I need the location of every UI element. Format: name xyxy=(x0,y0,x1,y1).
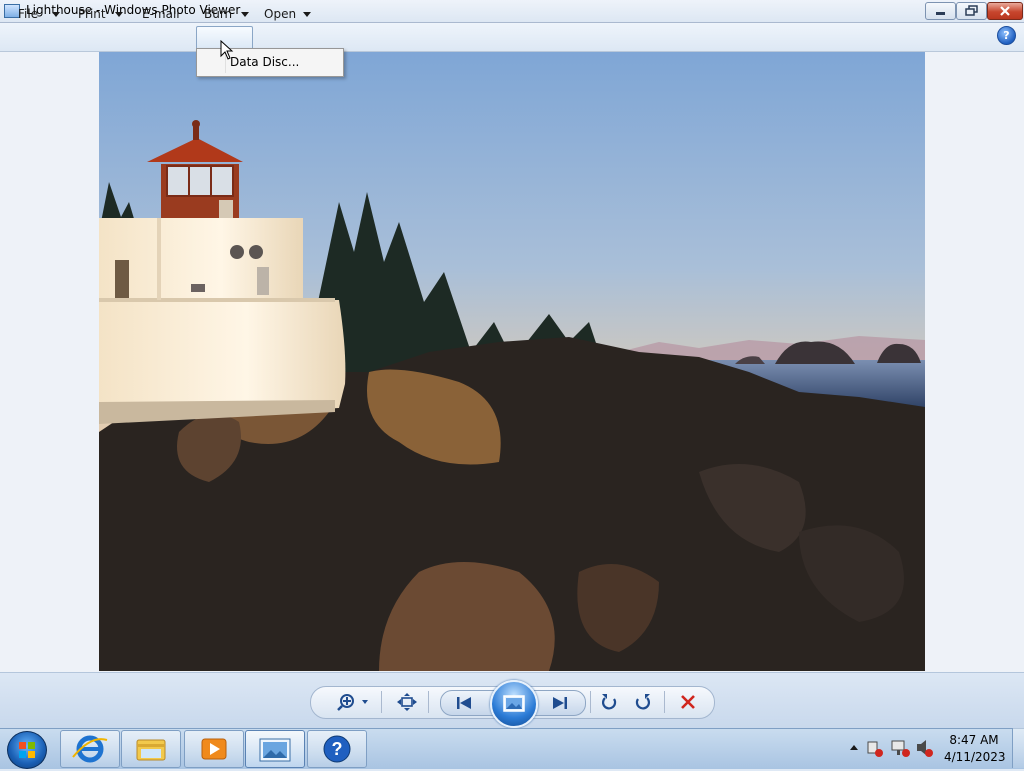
burn-menu-label: Burn xyxy=(204,7,233,21)
show-desktop-button[interactable] xyxy=(1012,728,1024,768)
taskbar-internet-explorer[interactable] xyxy=(60,730,120,768)
chevron-down-icon xyxy=(303,12,311,17)
print-menu-label: Print xyxy=(78,7,106,21)
open-menu-label: Open xyxy=(264,7,297,21)
photo-viewer-icon xyxy=(259,738,291,762)
separator xyxy=(428,691,429,713)
delete-icon xyxy=(681,695,695,709)
rotate-clockwise-button[interactable] xyxy=(632,691,654,713)
lighthouse-photo xyxy=(99,52,925,671)
clock-time[interactable]: 8:47 AM xyxy=(948,733,1000,747)
file-menu-label: File xyxy=(18,7,39,21)
network-icon xyxy=(891,740,905,751)
menu-bar xyxy=(0,23,1024,52)
windows-logo-icon xyxy=(19,742,35,758)
close-icon xyxy=(1000,6,1010,16)
next-button[interactable] xyxy=(548,694,572,712)
previous-icon xyxy=(457,697,471,709)
actual-size-icon xyxy=(397,693,417,711)
volume-icon xyxy=(917,740,926,755)
close-button[interactable] xyxy=(987,2,1023,20)
print-menu[interactable]: Print xyxy=(78,3,128,25)
chevron-down-icon xyxy=(241,12,249,17)
file-menu[interactable]: File xyxy=(18,3,68,25)
svg-text:?: ? xyxy=(332,739,343,759)
rotate-clockwise-icon xyxy=(635,694,650,710)
burn-dropdown-menu: Data Disc... xyxy=(196,48,344,77)
delete-button[interactable] xyxy=(677,691,699,713)
taskbar-photo-viewer[interactable] xyxy=(245,730,305,768)
slideshow-button[interactable] xyxy=(490,680,538,728)
restore-icon xyxy=(965,5,978,16)
minimize-button[interactable] xyxy=(925,2,956,20)
open-menu[interactable]: Open xyxy=(264,3,314,25)
start-button[interactable] xyxy=(7,731,47,769)
rotate-counterclockwise-icon xyxy=(602,694,617,710)
separator xyxy=(381,691,382,713)
help-icon: ? xyxy=(323,735,351,763)
rotate-counterclockwise-button[interactable] xyxy=(598,691,620,713)
zoom-icon xyxy=(337,694,368,711)
windows-explorer-icon xyxy=(136,739,166,761)
separator xyxy=(664,691,665,713)
restore-button[interactable] xyxy=(956,2,987,20)
clock-date[interactable]: 4/11/2023 xyxy=(944,750,1006,764)
next-icon xyxy=(553,697,567,709)
help-button[interactable]: ? xyxy=(997,26,1016,45)
email-menu-label: E-mail xyxy=(142,7,180,21)
taskbar-help-and-support[interactable]: ? xyxy=(307,730,367,768)
actual-size-button[interactable] xyxy=(395,691,419,713)
taskbar-windows-explorer[interactable] xyxy=(121,730,181,768)
separator xyxy=(590,691,591,713)
chevron-down-icon xyxy=(115,12,123,17)
burn-menu[interactable]: Burn xyxy=(204,3,252,25)
data-disc-menu-item[interactable]: Data Disc... xyxy=(230,55,299,69)
chevron-down-icon xyxy=(52,12,60,17)
lighthouse-image xyxy=(99,52,925,671)
mouse-cursor-icon xyxy=(220,40,234,60)
show-hidden-icons-icon xyxy=(850,745,858,750)
zoom-button[interactable] xyxy=(336,691,370,713)
email-menu[interactable]: E-mail xyxy=(142,3,182,25)
slideshow-icon xyxy=(503,695,525,712)
internet-explorer-icon xyxy=(72,735,108,763)
media-player-icon xyxy=(201,738,227,760)
minimize-icon xyxy=(936,12,945,15)
previous-button[interactable] xyxy=(452,694,476,712)
taskbar-media-player[interactable] xyxy=(184,730,244,768)
